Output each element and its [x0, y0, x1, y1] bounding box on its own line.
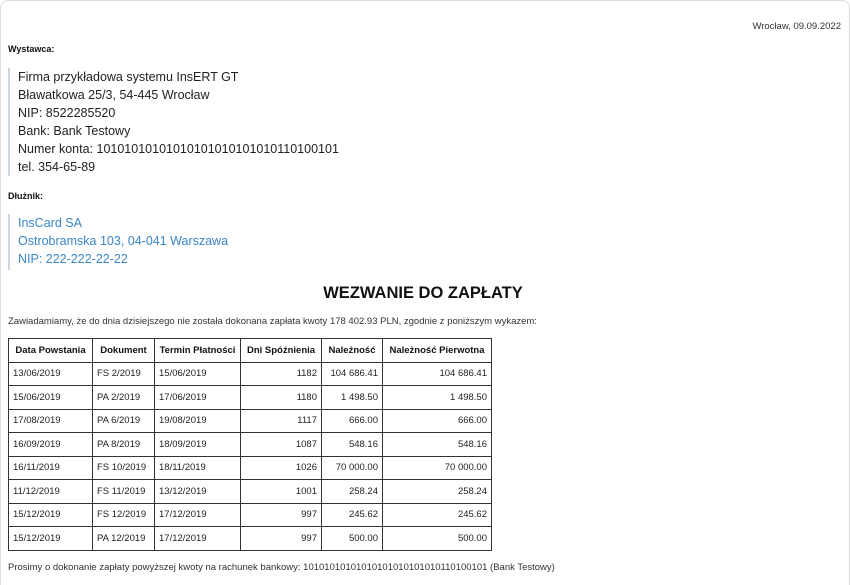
table-row: 15/12/2019 FS 12/2019 17/12/2019 997 245… [8, 502, 492, 527]
col-header-due-date: Termin Płatności [154, 338, 241, 363]
col-header-days-overdue: Dni Spóźnienia [240, 338, 322, 363]
cell-due-date: 17/12/2019 [154, 526, 241, 551]
issuer-account-number: Numer konta: 101010101010101010101010101… [18, 142, 339, 156]
table-row: 11/12/2019 FS 11/2019 13/12/2019 1001 25… [8, 479, 492, 504]
table-row: 16/09/2019 PA 8/2019 18/09/2019 1087 548… [8, 432, 492, 457]
cell-days-overdue: 1182 [240, 361, 322, 386]
place-date: Wrocław, 09.09.2022 [752, 21, 841, 32]
col-header-original-amount: Należność Pierwotna [382, 338, 492, 363]
col-header-creation-date: Data Powstania [8, 338, 93, 363]
col-header-document: Dokument [92, 338, 155, 363]
cell-due-date: 18/11/2019 [154, 455, 241, 480]
cell-due-date: 15/06/2019 [154, 361, 241, 386]
table-row: 15/12/2019 PA 12/2019 17/12/2019 997 500… [8, 526, 492, 551]
issuer-address-block: Firma przykładowa systemu InsERT GT Bław… [8, 68, 339, 176]
cell-due-date: 17/06/2019 [154, 385, 241, 410]
cell-document: FS 12/2019 [92, 502, 155, 527]
cell-creation-date: 11/12/2019 [8, 479, 93, 504]
cell-days-overdue: 1180 [240, 385, 322, 410]
issuer-label: Wystawca: [8, 44, 55, 54]
cell-amount-due: 245.62 [321, 502, 383, 527]
cell-document: FS 2/2019 [92, 361, 155, 386]
cell-amount-due: 548.16 [321, 432, 383, 457]
cell-days-overdue: 1117 [240, 408, 322, 433]
issuer-company-name: Firma przykładowa systemu InsERT GT [18, 70, 239, 84]
debtor-label: Dłużnik: [8, 191, 43, 201]
cell-creation-date: 17/08/2019 [8, 408, 93, 433]
table-row: 15/06/2019 PA 2/2019 17/06/2019 1180 1 4… [8, 385, 492, 410]
cell-original-amount: 258.24 [382, 479, 492, 504]
cell-due-date: 18/09/2019 [154, 432, 241, 457]
cell-due-date: 19/08/2019 [154, 408, 241, 433]
cell-amount-due: 500.00 [321, 526, 383, 551]
cell-document: PA 2/2019 [92, 385, 155, 410]
cell-creation-date: 16/11/2019 [8, 455, 93, 480]
cell-due-date: 13/12/2019 [154, 479, 241, 504]
cell-days-overdue: 997 [240, 502, 322, 527]
cell-days-overdue: 997 [240, 526, 322, 551]
debtor-company-name: InsCard SA [18, 216, 82, 230]
cell-document: FS 10/2019 [92, 455, 155, 480]
table-row: 17/08/2019 PA 6/2019 19/08/2019 1117 666… [8, 408, 492, 433]
cell-original-amount: 104 686.41 [382, 361, 492, 386]
payments-table: Data Powstania Dokument Termin Płatności… [8, 338, 492, 551]
issuer-bank: Bank: Bank Testowy [18, 124, 131, 138]
cell-document: PA 8/2019 [92, 432, 155, 457]
cell-original-amount: 245.62 [382, 502, 492, 527]
cell-original-amount: 1 498.50 [382, 385, 492, 410]
cell-amount-due: 258.24 [321, 479, 383, 504]
cell-days-overdue: 1087 [240, 432, 322, 457]
table-row: 13/06/2019 FS 2/2019 15/06/2019 1182 104… [8, 361, 492, 386]
cell-amount-due: 1 498.50 [321, 385, 383, 410]
cell-days-overdue: 1026 [240, 455, 322, 480]
col-header-amount-due: Należność [321, 338, 383, 363]
debtor-address-block: InsCard SA Ostrobramska 103, 04-041 Wars… [8, 214, 228, 270]
cell-creation-date: 15/12/2019 [8, 526, 93, 551]
issuer-phone: tel. 354-65-89 [18, 160, 96, 174]
cell-original-amount: 70 000.00 [382, 455, 492, 480]
cell-document: PA 12/2019 [92, 526, 155, 551]
cell-original-amount: 548.16 [382, 432, 492, 457]
cell-creation-date: 15/12/2019 [8, 502, 93, 527]
cell-original-amount: 500.00 [382, 526, 492, 551]
document-title-row: WEZWANIE DO ZAPŁATY [0, 284, 850, 303]
cell-amount-due: 666.00 [321, 408, 383, 433]
intro-text: Zawiadamiamy, że do dnia dzisiejszego ni… [8, 316, 537, 327]
table-header-row: Data Powstania Dokument Termin Płatności… [8, 338, 492, 363]
payment-request-footer: Prosimy o dokonanie zapłaty powyższej kw… [8, 562, 555, 573]
cell-creation-date: 16/09/2019 [8, 432, 93, 457]
cell-creation-date: 13/06/2019 [8, 361, 93, 386]
debtor-street: Ostrobramska 103, 04-041 Warszawa [18, 234, 229, 248]
issuer-nip: NIP: 8522285520 [18, 106, 116, 120]
cell-due-date: 17/12/2019 [154, 502, 241, 527]
cell-creation-date: 15/06/2019 [8, 385, 93, 410]
table-row: 16/11/2019 FS 10/2019 18/11/2019 1026 70… [8, 455, 492, 480]
cell-document: PA 6/2019 [92, 408, 155, 433]
cell-original-amount: 666.00 [382, 408, 492, 433]
document-title: WEZWANIE DO ZAPŁATY [323, 284, 523, 302]
cell-amount-due: 104 686.41 [321, 361, 383, 386]
issuer-street: Bławatkowa 25/3, 54-445 Wrocław [18, 88, 210, 102]
cell-days-overdue: 1001 [240, 479, 322, 504]
debtor-nip: NIP: 222-222-22-22 [18, 252, 128, 266]
cell-amount-due: 70 000.00 [321, 455, 383, 480]
cell-document: FS 11/2019 [92, 479, 155, 504]
